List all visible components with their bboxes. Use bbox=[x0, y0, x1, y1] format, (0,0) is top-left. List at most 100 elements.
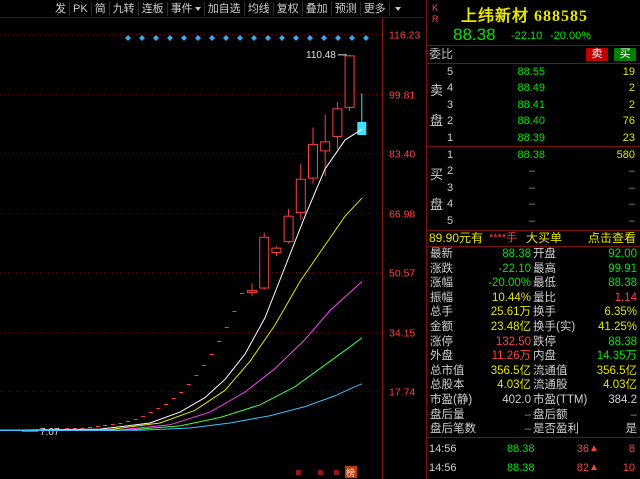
stat-label: 开盘 bbox=[533, 248, 556, 260]
kline-candle bbox=[271, 247, 282, 253]
tick-volume: 36 bbox=[576, 443, 589, 455]
ask-level: 3 bbox=[447, 98, 454, 111]
stat-value: 4.03亿 bbox=[603, 379, 637, 392]
ask-row[interactable]: 3 88.41 2 bbox=[427, 97, 640, 113]
event-diamond-icon bbox=[349, 35, 355, 41]
tick-price: 88.38 bbox=[507, 462, 535, 474]
current-price: 88.38 bbox=[453, 25, 496, 44]
stat-label: 流通股 bbox=[533, 379, 568, 392]
event-diamond-icon bbox=[153, 35, 159, 41]
event-marker-icon bbox=[334, 470, 339, 475]
quote-header: KR 上纬新材 688585 88.38 -22.10 -20.00% bbox=[427, 0, 640, 44]
ask-volume: 19 bbox=[622, 66, 635, 78]
stat-value: 88.38 bbox=[502, 248, 531, 260]
toolbar-pk-button[interactable]: PK bbox=[70, 1, 92, 16]
kline-candle bbox=[259, 236, 270, 289]
up-arrow-icon: ▲ bbox=[589, 443, 599, 454]
event-marker-icon bbox=[296, 470, 301, 475]
tick-time: 14:56 bbox=[429, 443, 457, 455]
toolbar-add-watch-button[interactable]: 加自选 bbox=[205, 1, 245, 16]
chevron-down-icon bbox=[194, 6, 201, 11]
kline-chart-panel[interactable]: 116.23 99.81 83.40 66.98 50.57 34.15 17.74 110.… bbox=[0, 0, 425, 479]
stat-value: 92.00 bbox=[608, 248, 637, 260]
event-diamond-icon bbox=[279, 35, 285, 41]
kline-candle bbox=[308, 143, 318, 179]
tick-price: 88.38 bbox=[507, 443, 535, 455]
kline-candle-last bbox=[357, 121, 367, 136]
toolbar-forecast-button[interactable]: 预测 bbox=[332, 1, 361, 16]
ask-row[interactable]: 5 88.55 19 bbox=[427, 64, 640, 80]
stat-row: 总手 25.61万 换手 6.35% bbox=[427, 305, 640, 320]
stat-label: 流通值 bbox=[533, 364, 568, 377]
stat-row: 盘后笔数 – 是否盈利 是 bbox=[427, 422, 640, 437]
toolbar-events-button[interactable]: 事件 bbox=[168, 1, 205, 16]
price-axis-tick-label: 34.15 bbox=[389, 328, 415, 340]
price-axis-tick-label: 66.98 bbox=[389, 209, 415, 221]
bid-row[interactable]: 3 – – bbox=[427, 180, 640, 196]
weibi-label: 委比 bbox=[429, 47, 454, 61]
tick-time: 14:56 bbox=[429, 462, 457, 474]
stat-label: 市盈(静) bbox=[430, 394, 473, 406]
kr-badge[interactable]: KR bbox=[432, 3, 442, 25]
toolbar-more-dropdown[interactable] bbox=[390, 2, 405, 16]
event-diamond-icon bbox=[237, 35, 243, 41]
bid-row[interactable]: 1 88.38 580 bbox=[427, 147, 640, 163]
big-order-view-link[interactable]: 点击查看 bbox=[588, 231, 636, 246]
stat-value: 88.38 bbox=[608, 335, 637, 348]
big-order-bar[interactable]: 89.90元有 ****手 大买单 点击查看 bbox=[427, 231, 640, 246]
big-order-price: 89.90元有 bbox=[429, 231, 484, 245]
sell-button[interactable]: 卖 bbox=[586, 48, 608, 61]
ask-price: 88.39 bbox=[517, 131, 545, 144]
price-axis-tick-label: 17.74 bbox=[389, 387, 415, 399]
stat-label: 总手 bbox=[430, 306, 453, 319]
stat-value: 10.44% bbox=[491, 291, 531, 304]
ask-volume: 2 bbox=[628, 98, 635, 111]
kline-chart[interactable]: 116.23 99.81 83.40 66.98 50.57 34.15 17.74 110.… bbox=[0, 0, 425, 479]
tick-row[interactable]: 14:56 88.38 36 ▲ 8 bbox=[427, 440, 640, 458]
ask-row[interactable]: 1 88.39 23 bbox=[427, 130, 640, 146]
price-axis-tick-label: 116.23 bbox=[389, 30, 420, 42]
bid-price-empty: – bbox=[528, 214, 535, 227]
stat-value: 6.35% bbox=[604, 306, 637, 319]
stat-label: 最新 bbox=[430, 248, 453, 260]
toolbar-overlay-button[interactable]: 叠加 bbox=[303, 1, 332, 16]
buy-button[interactable]: 买 bbox=[614, 48, 636, 61]
toolbar-jian-button[interactable]: 简 bbox=[92, 1, 110, 16]
event-diamond-icon bbox=[307, 35, 313, 41]
toolbar-more-button[interactable]: 更多 bbox=[361, 1, 390, 16]
tick-row[interactable]: 14:56 88.38 82 ▲ 10 bbox=[427, 459, 640, 477]
kline-candle bbox=[344, 55, 355, 108]
stat-value: 402.0 bbox=[502, 394, 531, 406]
stat-label: 振幅 bbox=[430, 291, 453, 304]
kline-candle bbox=[332, 108, 343, 137]
price-axis-tick-label: 50.57 bbox=[389, 268, 415, 280]
stat-label: 跌停 bbox=[533, 335, 556, 348]
toolbar-events-label: 事件 bbox=[170, 2, 193, 15]
event-diamond-icon bbox=[181, 35, 187, 41]
big-order-volume: ****手 bbox=[489, 232, 518, 244]
event-diamond-icon bbox=[167, 35, 173, 41]
toolbar-adjust-button[interactable]: 复权 bbox=[274, 1, 303, 16]
bid-price-empty: – bbox=[528, 181, 535, 194]
stat-label: 外盘 bbox=[430, 350, 453, 363]
toolbar-jiuzhuan-button[interactable]: 九转 bbox=[110, 1, 139, 16]
toolbar-ma-button[interactable]: 均线 bbox=[245, 1, 274, 16]
toolbar-fa-button[interactable]: 发 bbox=[52, 1, 70, 16]
stat-row: 市盈(静) 402.0 市盈(TTM) 384.2 bbox=[427, 393, 640, 408]
ask-row[interactable]: 2 88.40 76 bbox=[427, 113, 640, 129]
ask-price: 88.41 bbox=[517, 98, 545, 111]
bid-row[interactable]: 4 – – bbox=[427, 196, 640, 212]
stat-value: -22.10 bbox=[498, 262, 531, 275]
event-diamond-icon bbox=[293, 35, 299, 41]
stock-title[interactable]: 上纬新材 688585 bbox=[461, 2, 588, 26]
bid-level: 5 bbox=[447, 214, 454, 227]
bid-row[interactable]: 2 – – bbox=[427, 163, 640, 179]
ask-volume: 2 bbox=[628, 82, 635, 95]
bid-row[interactable]: 5 – – bbox=[427, 213, 640, 229]
stat-value: – bbox=[524, 408, 531, 421]
kline-candle bbox=[247, 290, 257, 293]
stat-row: 涨停 132.50 跌停 88.38 bbox=[427, 335, 640, 350]
ask-row[interactable]: 4 88.49 2 bbox=[427, 80, 640, 96]
ask-volume: 23 bbox=[622, 131, 635, 144]
toolbar-lianban-button[interactable]: 连板 bbox=[139, 1, 168, 16]
